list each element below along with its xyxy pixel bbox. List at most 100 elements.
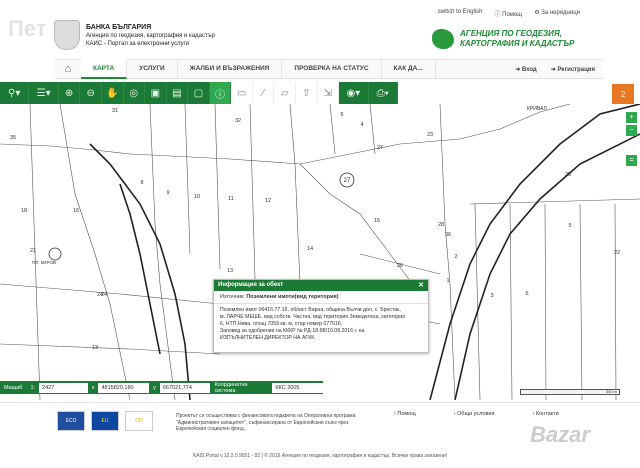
popup-line: м. ЛАРЧЕ МЕШЕ, вид собств. Частна, вид т… xyxy=(220,314,405,320)
info-icon[interactable]: ⓘ xyxy=(209,82,232,104)
x-coordinate: 4815820,180 xyxy=(98,382,150,393)
svg-text:22: 22 xyxy=(614,250,620,256)
site-logo-text[interactable]: БАНКА БЪЛГАРИЯ Агенция по геодезия, карт… xyxy=(86,24,215,48)
next-extent-icon[interactable]: ▤ xyxy=(167,82,189,104)
zoom-slider-handle[interactable]: = xyxy=(626,155,637,166)
svg-text:КРИВАЛ: КРИВАЛ xyxy=(527,106,547,112)
svg-text:24: 24 xyxy=(101,292,107,298)
logo-line2: Агенция по геодезия, картография и кадас… xyxy=(86,33,215,39)
svg-text:5: 5 xyxy=(568,223,571,229)
coord-system-select[interactable]: ККС 2005 xyxy=(272,382,324,393)
zoom-plus-control[interactable]: + xyxy=(626,112,637,123)
svg-text:27: 27 xyxy=(344,178,351,184)
svg-text:32: 32 xyxy=(235,118,241,124)
project-funding-text: Проектът се осъществява с финансовата по… xyxy=(176,413,356,432)
coord-system-label: Координатна система xyxy=(214,381,248,394)
svg-text:15: 15 xyxy=(374,218,380,224)
svg-text:6: 6 xyxy=(525,291,528,297)
footer-help-link[interactable]: › Помощ xyxy=(394,411,416,417)
top-links: switch to English ⓘ Помощ ⚙ За нерядници xyxy=(438,9,580,18)
svg-text:25: 25 xyxy=(565,172,571,178)
measure-area-icon[interactable]: ▭ xyxy=(231,82,253,104)
register-link[interactable]: ➜ Регистрация xyxy=(551,66,595,73)
switch-language-link[interactable]: switch to English xyxy=(438,9,483,18)
map-status-bar: Мащаб 1: 2427 x 4815820,180 y 667021,774… xyxy=(0,381,324,394)
operational-program-logo[interactable]: ОП xyxy=(125,411,153,431)
home-icon[interactable]: ⌂ xyxy=(55,59,81,79)
svg-text:11: 11 xyxy=(228,196,234,202)
globe-icon[interactable]: ◎ xyxy=(124,82,146,104)
footer-terms-link[interactable]: › Общи условия xyxy=(454,411,495,417)
scale-prefix: 1: xyxy=(30,384,36,391)
svg-text:28: 28 xyxy=(438,222,444,228)
full-extent-icon[interactable]: ▢ xyxy=(188,82,210,104)
accessibility-link[interactable]: ⚙ За нерядници xyxy=(534,9,580,18)
search-icon[interactable]: ⚲▾ xyxy=(0,82,30,104)
footer-links: › Помощ › Общи условия › Контакти xyxy=(394,411,559,417)
logo-line3: КАИС - Портал за електронни услуги xyxy=(86,41,189,47)
pan-hand-icon[interactable]: ✋ xyxy=(102,82,124,104)
layers-panel-toggle-button[interactable]: 2 xyxy=(612,84,634,104)
close-icon[interactable]: ✕ xyxy=(418,281,424,289)
draw-icon[interactable]: ▱ xyxy=(274,82,296,104)
object-info-popup: Информация за обект ✕ Източник: Поземлен… xyxy=(213,279,429,353)
tab-map[interactable]: КАРТА xyxy=(81,59,128,79)
previous-extent-icon[interactable]: ▣ xyxy=(145,82,167,104)
svg-text:13: 13 xyxy=(227,268,233,274)
zoom-minus-control[interactable]: − xyxy=(626,125,637,136)
eco-logo[interactable]: ECO xyxy=(57,411,85,431)
svg-text:10: 10 xyxy=(194,194,200,200)
watermark-text: Bazar xyxy=(530,422,590,447)
y-coordinate: 667021,774 xyxy=(159,382,211,393)
svg-text:35: 35 xyxy=(10,135,16,141)
eu-flag-logo[interactable]: EU xyxy=(91,411,119,431)
popup-header: Информация за обект ✕ xyxy=(214,280,428,291)
popup-title: Информация за обект xyxy=(218,282,284,288)
popup-source: Източник: Поземлени имоти(вид територия) xyxy=(214,291,428,304)
measure-line-icon[interactable]: ∕ xyxy=(252,82,275,104)
parcel-map-svg[interactable]: 27 ПЛ. КИРОВ КРИВАЛ 31 32 6 4 23 35 8 9 … xyxy=(0,104,640,400)
footer-contacts-link[interactable]: › Контакти xyxy=(532,411,558,417)
layers-icon[interactable]: ☰▾ xyxy=(29,82,59,104)
svg-text:9: 9 xyxy=(166,190,169,196)
location-pin-icon[interactable]: ◉▾ xyxy=(339,82,369,104)
y-label: y xyxy=(153,384,156,391)
svg-text:3: 3 xyxy=(490,293,493,299)
agency-line2: КАРТОГРАФИЯ И КАДАСТЪР xyxy=(460,39,575,48)
upload-icon[interactable]: ⇧ xyxy=(296,82,318,104)
bulgaria-map-icon xyxy=(432,29,454,49)
tab-how-to[interactable]: КАК ДА... xyxy=(382,59,436,79)
svg-text:27: 27 xyxy=(377,145,383,151)
svg-text:6: 6 xyxy=(340,112,343,118)
export-icon[interactable]: ⇲ xyxy=(317,82,340,104)
svg-text:1: 1 xyxy=(446,278,449,284)
popup-line: Заповед за одобрение на КККР № РД-18-88/… xyxy=(220,328,365,334)
svg-text:13: 13 xyxy=(92,345,98,351)
agency-logo[interactable]: АГЕНЦИЯ ПО ГЕОДЕЗИЯ, КАРТОГРАФИЯ И КАДАС… xyxy=(432,24,592,54)
tab-status-check[interactable]: ПРОВЕРКА НА СТАТУС xyxy=(282,59,382,79)
svg-text:ПЛ. КИРОВ: ПЛ. КИРОВ xyxy=(32,260,56,265)
svg-text:8: 8 xyxy=(140,180,143,186)
svg-text:2: 2 xyxy=(454,254,457,260)
popup-line: Поземлен имот 06416.77.16, област Варна,… xyxy=(220,307,401,313)
zoom-in-icon[interactable]: ⊕ xyxy=(59,82,81,104)
print-icon[interactable]: ⎙▾ xyxy=(369,82,398,104)
popup-line: 6, НТП Нива, площ 7059 кв. м, стар номер… xyxy=(220,321,343,327)
svg-text:16: 16 xyxy=(73,208,79,214)
svg-text:14: 14 xyxy=(307,246,313,252)
help-link[interactable]: ⓘ Помощ xyxy=(494,9,522,18)
copyright-text: KAIS.Portal v.12.2.0.9551 - 02 | © 2016 … xyxy=(192,453,448,459)
scale-input[interactable]: 2427 xyxy=(39,382,88,393)
popup-source-value: Поземлени имоти(вид територия) xyxy=(246,294,339,300)
tab-complaints[interactable]: ЖАЛБИ И ВЪЗРАЖЕНИЯ xyxy=(178,59,283,79)
popup-line: ИЗПЪЛНИТЕЛЕН ДИРЕКТОР НА АГКК xyxy=(220,335,315,341)
panel-count-badge: 2 xyxy=(620,89,626,99)
main-nav: ⌂ КАРТА УСЛУГИ ЖАЛБИ И ВЪЗРАЖЕНИЯ ПРОВЕР… xyxy=(55,59,603,79)
svg-text:18: 18 xyxy=(21,208,27,214)
tab-services[interactable]: УСЛУГИ xyxy=(127,59,178,79)
x-label: x xyxy=(91,384,95,391)
login-link[interactable]: ➜ Вход xyxy=(515,66,537,73)
zoom-out-icon[interactable]: ⊖ xyxy=(80,82,102,104)
cadastral-map[interactable]: 27 ПЛ. КИРОВ КРИВАЛ 31 32 6 4 23 35 8 9 … xyxy=(0,104,640,400)
popup-body: Поземлен имот 06416.77.16, област Варна,… xyxy=(214,304,428,345)
